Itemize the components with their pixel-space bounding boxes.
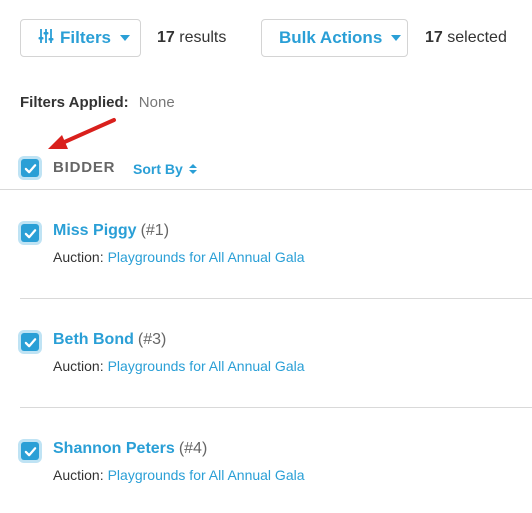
check-icon xyxy=(24,446,36,456)
filters-button[interactable]: Filters xyxy=(20,19,141,57)
caret-down-icon xyxy=(391,35,402,41)
auction-line: Auction: Playgrounds for All Annual Gala xyxy=(53,467,305,483)
filters-applied-value: None xyxy=(138,94,175,111)
sort-icon xyxy=(188,164,197,174)
auction-label: Auction: xyxy=(53,358,104,374)
check-icon xyxy=(24,163,36,173)
selected-number: 17 xyxy=(425,29,443,46)
toolbar: Filters 17 results Bulk Actions 17 selec… xyxy=(20,19,532,59)
table-header: BIDDER Sort By xyxy=(0,157,532,190)
bidder-name-line: Shannon Peters (#4) xyxy=(53,440,207,458)
bulk-actions-button[interactable]: Bulk Actions xyxy=(261,19,408,57)
row-checkbox[interactable] xyxy=(21,333,39,351)
annotation-arrow xyxy=(48,118,116,149)
bidder-name-link[interactable]: Miss Piggy xyxy=(53,222,137,239)
row-checkbox[interactable] xyxy=(21,442,39,460)
auction-link[interactable]: Playgrounds for All Annual Gala xyxy=(108,467,305,483)
caret-down-icon xyxy=(120,35,131,41)
filters-applied: Filters Applied: None xyxy=(20,94,175,111)
sliders-icon xyxy=(38,28,54,49)
results-number: 17 xyxy=(157,29,175,46)
table-row: Miss Piggy (#1) Auction: Playgrounds for A… xyxy=(0,206,532,298)
row-divider xyxy=(20,298,532,299)
auction-link[interactable]: Playgrounds for All Annual Gala xyxy=(108,249,305,265)
auction-label: Auction: xyxy=(53,249,104,265)
row-divider xyxy=(20,407,532,408)
auction-line: Auction: Playgrounds for All Annual Gala xyxy=(53,358,305,374)
table-row: Beth Bond (#3) Auction: Playgrounds for Al… xyxy=(0,315,532,407)
row-checkbox[interactable] xyxy=(21,224,39,242)
bidder-number: (#4) xyxy=(178,440,208,457)
sort-by-button[interactable]: Sort By xyxy=(133,161,197,177)
filters-button-label: Filters xyxy=(60,28,112,47)
auction-label: Auction: xyxy=(53,467,104,483)
sort-by-label: Sort By xyxy=(133,161,183,177)
auction-link[interactable]: Playgrounds for All Annual Gala xyxy=(108,358,305,374)
bulk-actions-label: Bulk Actions xyxy=(279,28,383,47)
selected-label: selected xyxy=(447,29,507,46)
results-label: results xyxy=(179,29,227,46)
bidder-number: (#1) xyxy=(140,222,170,239)
auction-line: Auction: Playgrounds for All Annual Gala xyxy=(53,249,305,265)
bidder-column-header: BIDDER xyxy=(53,159,116,176)
filters-applied-label: Filters Applied: xyxy=(20,94,129,111)
check-icon xyxy=(24,337,36,347)
bidder-name-link[interactable]: Shannon Peters xyxy=(53,440,175,457)
bidder-number: (#3) xyxy=(137,331,167,348)
table-row: Shannon Peters (#4) Auction: Playgrounds f… xyxy=(0,424,532,513)
bidder-name-line: Miss Piggy (#1) xyxy=(53,222,169,240)
select-all-checkbox[interactable] xyxy=(21,159,39,177)
check-icon xyxy=(24,228,36,238)
bidder-name-link[interactable]: Beth Bond xyxy=(53,331,134,348)
selected-count: 17 selected xyxy=(425,29,507,47)
results-count: 17 results xyxy=(157,29,226,47)
bidder-name-line: Beth Bond (#3) xyxy=(53,331,166,349)
